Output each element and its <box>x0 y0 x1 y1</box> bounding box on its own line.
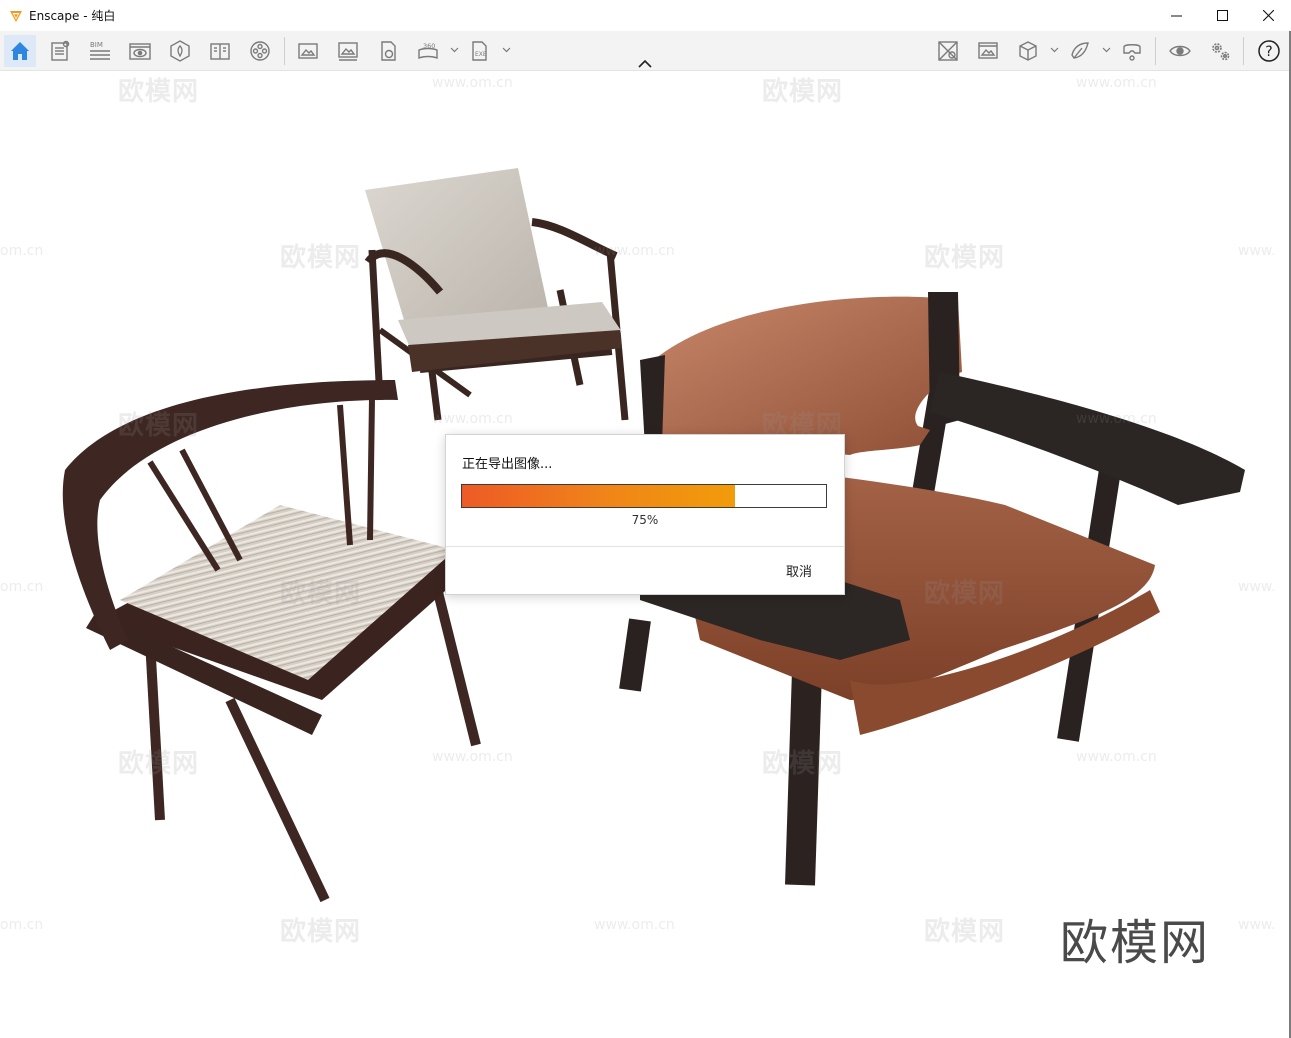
visibility-button[interactable] <box>1164 35 1196 67</box>
chevron-down-icon[interactable] <box>1102 45 1111 54</box>
watermark: 欧模网 <box>762 77 844 107</box>
video-button[interactable] <box>244 35 276 67</box>
material-book-button[interactable] <box>204 35 236 67</box>
chevron-down-icon[interactable] <box>1050 45 1059 54</box>
lounge-chair-grey <box>364 168 629 421</box>
watermark: 欧模网 <box>118 411 200 441</box>
screenshot-button[interactable] <box>292 35 324 67</box>
panorama-360-icon: 360 <box>418 42 438 60</box>
home-button[interactable] <box>4 35 36 67</box>
document-settings-button[interactable] <box>44 35 76 67</box>
home-icon <box>11 42 29 60</box>
map-view-icon <box>938 41 958 61</box>
visual-settings-button[interactable] <box>972 35 1004 67</box>
bim-icon: BIM <box>90 41 110 60</box>
window-title: Enscape - 纯白 <box>29 9 116 23</box>
view-eye-icon <box>129 43 151 60</box>
help-icon: ? <box>1258 40 1280 62</box>
screenshot-icon <box>298 43 318 59</box>
watermark: www. <box>1238 917 1276 933</box>
watermark: www.om.cn <box>1076 75 1157 91</box>
close-icon <box>1262 10 1274 21</box>
watermark: 欧模网 <box>924 917 1006 947</box>
panorama-button[interactable]: 360 <box>412 35 444 67</box>
minimize-icon <box>1170 15 1182 17</box>
watermark: 欧模网 <box>924 243 1006 273</box>
grass-seat-chair <box>62 380 481 903</box>
cancel-button[interactable]: 取消 <box>786 561 812 580</box>
watermark: 欧模网 <box>280 243 362 273</box>
bim-button[interactable]: BIM <box>84 35 116 67</box>
chevron-down-icon[interactable] <box>502 45 511 54</box>
watermark: www.om.cn <box>594 243 675 259</box>
sketch-button[interactable] <box>1064 35 1096 67</box>
watermark: om.cn <box>0 917 44 933</box>
visual-settings-icon <box>978 42 998 59</box>
export-progress-dialog: 正在导出图像... 75% 取消 <box>445 434 845 595</box>
watermark: www.om.cn <box>432 75 513 91</box>
watermark: www. <box>1238 579 1276 595</box>
maximize-icon <box>1216 10 1228 21</box>
watermark: 欧模网 <box>924 579 1006 609</box>
help-label: ? <box>1265 44 1272 60</box>
chevron-down-icon[interactable] <box>450 45 459 54</box>
exe-label: EXE <box>475 51 487 58</box>
settings-button[interactable] <box>1204 35 1236 67</box>
dialog-title: 正在导出图像... <box>462 457 553 472</box>
toolbar-separator <box>1155 37 1156 65</box>
watermark: www.om.cn <box>1076 411 1157 427</box>
asset-library-button[interactable] <box>164 35 196 67</box>
view-button[interactable] <box>124 35 156 67</box>
cube-view-icon <box>1019 41 1037 61</box>
toolbar-separator <box>1243 37 1244 65</box>
vr-headset-icon <box>1123 44 1141 61</box>
watermark: 欧模网 <box>280 579 362 609</box>
cube-view-button[interactable] <box>1012 35 1044 67</box>
document-settings-icon <box>51 40 70 61</box>
watermark: 欧模网 <box>280 917 362 947</box>
batch-render-button[interactable] <box>332 35 364 67</box>
progress-percent: 75% <box>631 513 659 527</box>
progress-bar-fill <box>462 485 735 507</box>
title-bar: Enscape - 纯白 <box>0 0 1291 32</box>
watermark: 欧模网 <box>762 749 844 779</box>
brand-watermark: 欧模网 <box>1060 915 1211 971</box>
bim-label: BIM <box>90 41 103 49</box>
dialog-divider <box>446 546 844 547</box>
progress-bar <box>461 484 827 508</box>
video-reel-icon <box>250 41 270 61</box>
export-web-button[interactable] <box>372 35 404 67</box>
watermark: www.om.cn <box>594 917 675 933</box>
export-exe-icon: EXE <box>472 41 487 61</box>
help-button[interactable]: ? <box>1253 35 1285 67</box>
vr-button[interactable] <box>1116 35 1148 67</box>
minimize-button[interactable] <box>1153 0 1199 31</box>
chevron-up-icon[interactable] <box>636 58 654 70</box>
watermark: www.om.cn <box>1076 749 1157 765</box>
enscape-logo-icon <box>10 10 22 22</box>
material-book-icon <box>210 43 230 60</box>
watermark: 欧模网 <box>118 749 200 779</box>
maximize-button[interactable] <box>1199 0 1245 31</box>
enscape-toolbar: BIM 360 EXE ? <box>0 31 1291 71</box>
export-exe-button[interactable]: EXE <box>464 35 496 67</box>
map-view-button[interactable] <box>932 35 964 67</box>
settings-gears-icon <box>1212 43 1230 61</box>
asset-library-icon <box>170 40 190 62</box>
toolbar-separator <box>284 37 285 65</box>
sketch-icon <box>1071 42 1089 59</box>
close-button[interactable] <box>1245 0 1291 31</box>
watermark: www.om.cn <box>432 411 513 427</box>
watermark: 欧模网 <box>118 77 200 107</box>
watermark: om.cn <box>0 579 44 595</box>
watermark: www.om.cn <box>432 749 513 765</box>
visibility-eye-icon <box>1169 45 1191 57</box>
batch-render-icon <box>338 42 358 61</box>
watermark: om.cn <box>0 243 44 259</box>
watermark: www. <box>1238 243 1276 259</box>
export-web-icon <box>381 41 396 61</box>
